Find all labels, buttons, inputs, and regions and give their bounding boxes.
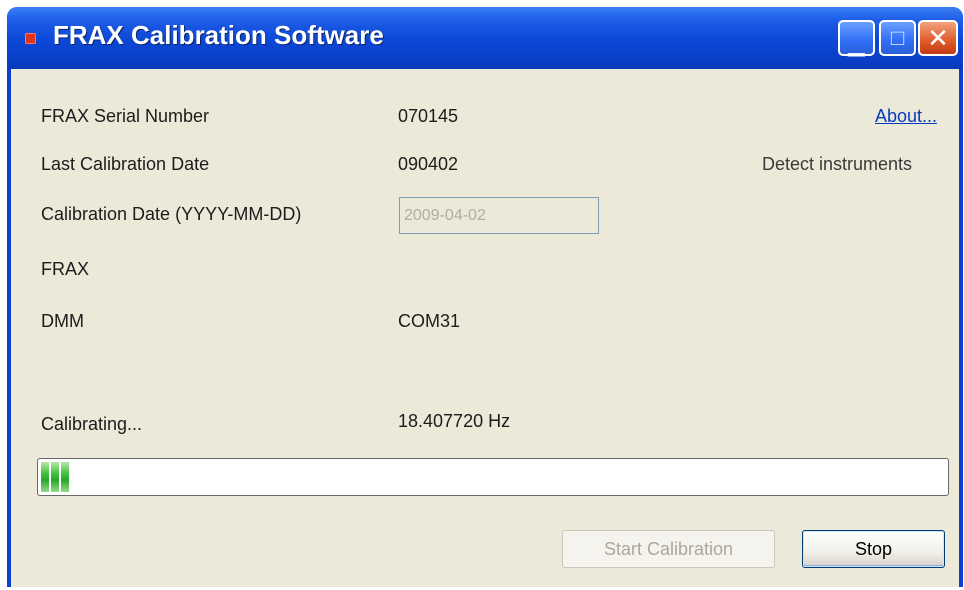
progress-segment [41,462,49,492]
calibration-progress-bar [37,458,949,496]
calibration-date-input[interactable] [399,197,599,234]
dmm-label: DMM [41,311,84,331]
client-area: FRAX Serial Number 070145 About... Last … [11,69,959,587]
close-button[interactable]: ✕ [918,20,958,56]
app-window: FRAX Calibration Software ▁ □ ✕ FRAX Ser… [7,7,963,587]
frax-label: FRAX [41,259,90,279]
last-calibration-date-label: Last Calibration Date [41,154,210,174]
calibration-date-label: Calibration Date (YYYY-MM-DD) [41,204,302,224]
progress-fill [41,462,945,492]
minimize-button[interactable]: ▁ [838,20,875,56]
serial-number-value: 070145 [398,106,459,126]
progress-segment [61,462,69,492]
about-link[interactable]: About... [875,106,937,127]
stop-button[interactable]: Stop [802,530,945,568]
calibrating-status-label: Calibrating... [41,414,143,434]
close-icon: ✕ [927,23,949,53]
serial-number-label: FRAX Serial Number [41,106,210,126]
detect-instruments-status: Detect instruments [762,154,913,174]
minimize-icon: ▁ [848,31,865,56]
maximize-button[interactable]: □ [879,20,916,56]
progress-segment [51,462,59,492]
frequency-value: 18.407720 Hz [398,411,511,431]
start-calibration-button[interactable]: Start Calibration [562,530,775,568]
maximize-icon: □ [890,25,905,50]
window-title: FRAX Calibration Software [53,20,384,50]
last-calibration-date-value: 090402 [398,154,459,174]
dmm-port-value: COM31 [398,311,461,331]
app-icon [25,33,36,44]
title-bar[interactable]: FRAX Calibration Software ▁ □ ✕ [7,7,963,69]
